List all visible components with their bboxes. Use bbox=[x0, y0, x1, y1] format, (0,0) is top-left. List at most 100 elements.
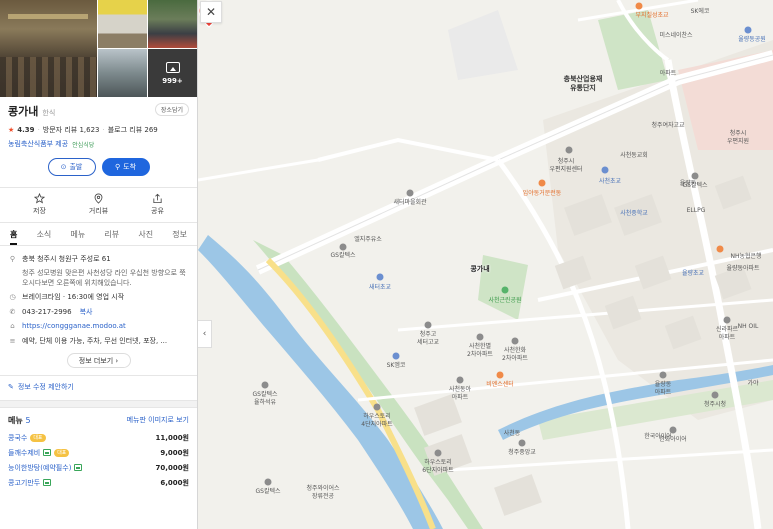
map-label[interactable]: 사천중학교 bbox=[620, 210, 648, 218]
map-poi-dot[interactable] bbox=[424, 321, 432, 329]
address-row[interactable]: ⚲ 충북 청주시 청원구 주성로 61 bbox=[8, 255, 189, 264]
map-label[interactable]: 충북산업용재 유통단지 bbox=[564, 75, 603, 93]
photo-main[interactable] bbox=[0, 0, 97, 97]
map-poi-dot[interactable] bbox=[518, 439, 526, 447]
menu-item[interactable]: 콩고기만두 6,000원 bbox=[0, 475, 197, 490]
menu-item[interactable]: 능이한방탕(예약필수) 70,000원 bbox=[0, 460, 197, 475]
map-label[interactable]: 청주중앙교 bbox=[508, 449, 536, 457]
map-label[interactable]: 한국아이어 bbox=[644, 433, 672, 441]
save-button[interactable]: 저장 bbox=[20, 193, 60, 216]
map-label[interactable]: 사천근린공원 bbox=[488, 297, 521, 305]
map-label[interactable]: 하우스토리 6단지아파트 bbox=[422, 459, 453, 474]
map-poi-dot[interactable] bbox=[716, 245, 724, 253]
blog-reviews-link[interactable]: 블로그 리뷰 269 bbox=[108, 125, 158, 135]
map-poi-dot[interactable] bbox=[565, 146, 573, 154]
map-label[interactable]: 율량동아파트 bbox=[726, 265, 759, 273]
menu-image-link[interactable]: 메뉴판 이미지로 보기 bbox=[127, 415, 189, 426]
save-place-button[interactable]: 장소담기 bbox=[154, 103, 189, 116]
map-label[interactable]: GS칼텍스 bbox=[682, 182, 707, 190]
map-label[interactable]: NH OIL bbox=[738, 323, 759, 331]
map-label[interactable]: 입야동거문런동 bbox=[523, 190, 562, 198]
map-poi-dot[interactable] bbox=[406, 189, 414, 197]
map-label[interactable]: 미스네이찬스 bbox=[659, 32, 692, 40]
map-poi-dot[interactable] bbox=[691, 172, 699, 180]
map-poi-dot[interactable] bbox=[434, 449, 442, 457]
map-poi-dot[interactable] bbox=[261, 381, 269, 389]
map-label[interactable]: 청주시 우편지원센터 bbox=[549, 158, 582, 173]
tab-home[interactable]: 홈 bbox=[10, 229, 18, 245]
map-poi-dot[interactable] bbox=[711, 391, 719, 399]
tab-news[interactable]: 소식 bbox=[37, 229, 52, 240]
map-label[interactable]: 비엔스센터 bbox=[486, 381, 514, 389]
arrive-button[interactable]: ⚲ 도착 bbox=[101, 158, 150, 176]
provider-link[interactable]: 농림축산식품부 제공 bbox=[8, 139, 68, 149]
map-label[interactable]: 새터초교 bbox=[369, 284, 391, 292]
map-label[interactable]: SK에코 bbox=[691, 8, 710, 16]
map-label[interactable]: 청주와이어스 장류전공 bbox=[306, 485, 339, 500]
hours-row[interactable]: ◷ 브레이크타임 · 16:30에 영업 시작 bbox=[8, 293, 189, 302]
map-label[interactable]: GS칼텍스 bbox=[330, 252, 355, 260]
map-label[interactable]: 사천한별 2차아파트 bbox=[467, 343, 493, 358]
map-label[interactable]: 청주여자고교 bbox=[651, 122, 684, 130]
map-poi-dot[interactable] bbox=[456, 376, 464, 384]
map-poi-dot[interactable] bbox=[744, 26, 752, 34]
map-label[interactable]: 아파트 bbox=[660, 70, 677, 78]
map-poi-dot[interactable] bbox=[659, 371, 667, 379]
map-label[interactable]: 사천한화 2차아파트 bbox=[502, 347, 528, 362]
tab-photos[interactable]: 사진 bbox=[138, 229, 153, 240]
map-poi-dot[interactable] bbox=[264, 478, 272, 486]
menu-item[interactable]: 들깨수제비 대표 9,000원 bbox=[0, 445, 197, 460]
photo-thumb[interactable] bbox=[148, 0, 197, 48]
tab-reviews[interactable]: 리뷰 bbox=[104, 229, 119, 240]
photo-thumb[interactable] bbox=[98, 49, 147, 97]
photo-more[interactable]: 999+ bbox=[148, 49, 197, 97]
map-label[interactable]: 율량동 아파트 bbox=[655, 381, 672, 396]
map-poi-dot[interactable] bbox=[496, 371, 504, 379]
photo-thumb[interactable] bbox=[98, 0, 147, 48]
depart-button[interactable]: ⊙ 출발 bbox=[47, 158, 96, 176]
map-poi-dot[interactable] bbox=[635, 2, 643, 10]
place-marker-label[interactable]: 콩가내 bbox=[470, 264, 489, 274]
tab-menu[interactable]: 메뉴 bbox=[70, 229, 85, 240]
map-label[interactable]: 사천동아 아파트 bbox=[449, 386, 471, 401]
map-poi-dot[interactable] bbox=[373, 403, 381, 411]
map-poi-dot[interactable] bbox=[511, 337, 519, 345]
menu-item[interactable]: 콩국수 대표 11,000원 bbox=[0, 430, 197, 445]
map-view[interactable]: 부지칠성초교 SK에코 미스네이찬스 율량동공원 충북산업용재 유통단지 아파트… bbox=[198, 0, 773, 529]
map-label[interactable]: NH농협은행 bbox=[730, 253, 761, 261]
map-label[interactable]: 사천동 bbox=[504, 430, 521, 438]
suggest-edit-link[interactable]: ✎ 정보 수정 제안하기 bbox=[0, 375, 197, 398]
map-label[interactable]: 새터마을회관 bbox=[393, 199, 426, 207]
map-poi-dot[interactable] bbox=[476, 333, 484, 341]
map-label[interactable]: 부지칠성초교 bbox=[635, 12, 668, 20]
copy-button[interactable]: 복사 bbox=[80, 308, 93, 317]
collapse-panel-button[interactable]: ‹ bbox=[198, 320, 212, 348]
map-poi-dot[interactable] bbox=[376, 273, 384, 281]
map-poi-dot[interactable] bbox=[339, 243, 347, 251]
map-poi-dot[interactable] bbox=[538, 179, 546, 187]
map-label[interactable]: 청주고 세터고교 bbox=[417, 331, 439, 346]
map-label[interactable]: 율량초교 bbox=[682, 270, 704, 278]
tab-info[interactable]: 정보 bbox=[172, 229, 187, 240]
map-label[interactable]: 청주시 우편지원 bbox=[727, 130, 749, 145]
map-poi-dot[interactable] bbox=[723, 316, 731, 324]
map-label[interactable]: 율량동공원 bbox=[738, 36, 766, 44]
map-poi-dot[interactable] bbox=[392, 352, 400, 360]
map-label[interactable]: 가야 bbox=[747, 380, 758, 388]
map-label[interactable]: 신라파르 아파트 bbox=[716, 326, 738, 341]
close-button[interactable]: ✕ bbox=[200, 1, 222, 23]
map-label[interactable]: ELLPG bbox=[687, 207, 706, 215]
map-label[interactable]: 사천동교회 bbox=[620, 152, 648, 160]
map-label[interactable]: GS칼텍스 bbox=[255, 488, 280, 496]
map-poi-dot[interactable] bbox=[601, 166, 609, 174]
more-info-button[interactable]: 정보 더보기 › bbox=[66, 353, 131, 369]
map-label[interactable]: 하우스토리 4단지아파트 bbox=[361, 413, 392, 428]
share-button[interactable]: 공유 bbox=[138, 193, 178, 216]
street-view-button[interactable]: 거리뷰 bbox=[79, 193, 119, 216]
map-label[interactable]: GS칼텍스 율하석유 bbox=[252, 391, 277, 406]
map-poi-dot[interactable] bbox=[501, 286, 509, 294]
website-link[interactable]: https://conggganae.modoo.at bbox=[22, 322, 126, 331]
map-label[interactable]: 사천초교 bbox=[599, 178, 621, 186]
visitor-reviews-link[interactable]: 방문자 리뷰 1,623 bbox=[43, 125, 100, 135]
map-label[interactable]: 청주시청 bbox=[704, 401, 726, 409]
